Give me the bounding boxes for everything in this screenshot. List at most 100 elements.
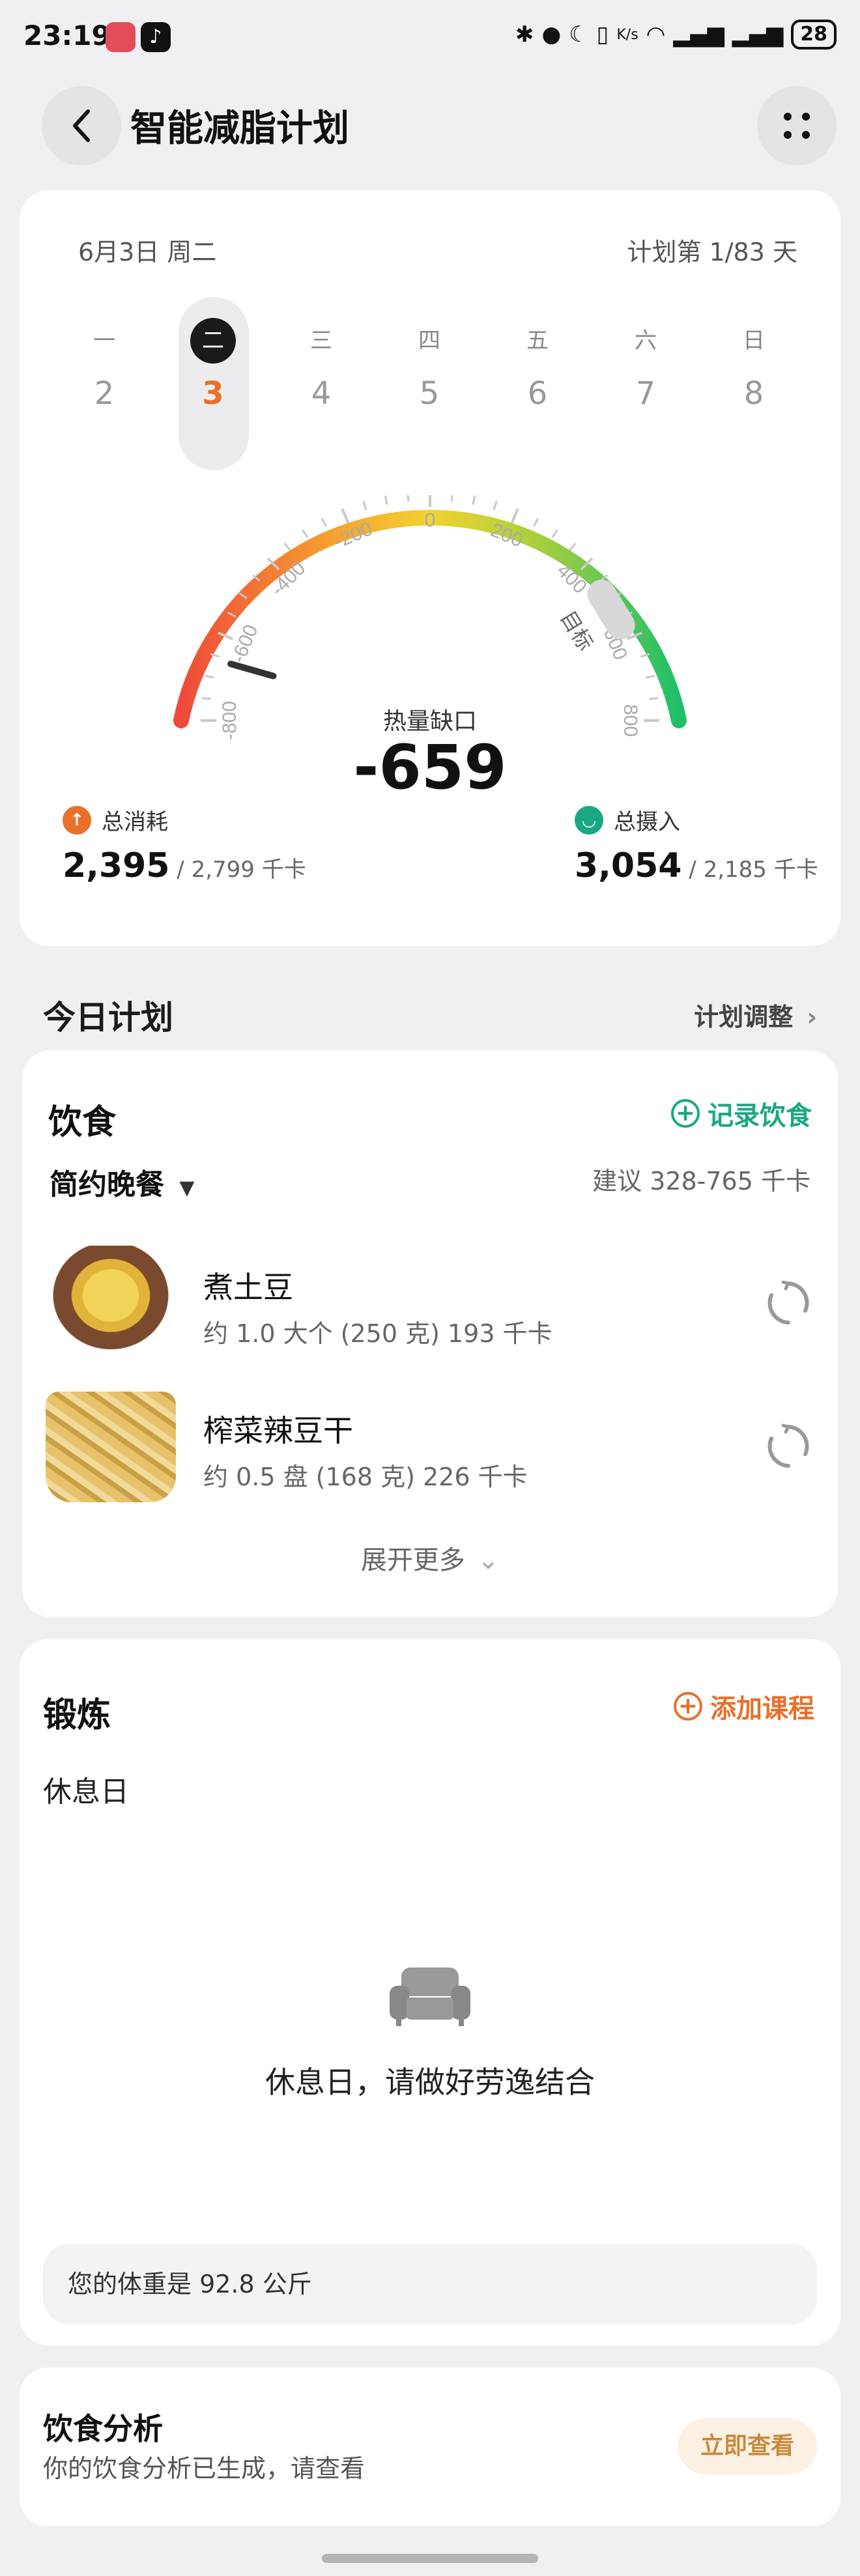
boiled-potato-image (46, 1246, 176, 1356)
gauge-tick (551, 529, 558, 538)
chevron-left-icon (73, 109, 90, 142)
burn-label: 总消耗 (102, 809, 168, 835)
plus-circle-icon: + (674, 1692, 702, 1721)
gauge-tick-label: -600 (227, 622, 262, 666)
food-item[interactable]: 煮土豆 约 1.0 大个 (250 克) 193 千卡 (203, 1264, 552, 1349)
status-time: 23:19 (23, 20, 111, 51)
day-2[interactable]: 一2 (68, 318, 140, 412)
burn-value: 2,395 (63, 846, 170, 885)
gauge-tick (384, 495, 388, 505)
day-number: 3 (202, 375, 224, 412)
flame-icon: ↑ (63, 805, 91, 835)
caret-down-icon: ▼ (179, 1177, 195, 1199)
gauge-tick (472, 495, 476, 505)
back-button[interactable] (42, 86, 121, 165)
add-course-button[interactable]: + 添加课程 (674, 1687, 814, 1725)
current-date: 6月3日 周二 (78, 238, 217, 266)
rest-message: 休息日，请做好劳逸结合 (265, 2065, 595, 2100)
signal-icon-2: ▂▄▆ (732, 21, 784, 48)
intake-value: 3,054 (575, 846, 682, 885)
day-6[interactable]: 五6 (502, 318, 573, 412)
day-4[interactable]: 三4 (285, 318, 357, 412)
bowl-icon: ◡ (575, 805, 603, 835)
dots-grid-icon (784, 113, 810, 139)
gauge-tick (283, 542, 291, 551)
burn-target: 2,799 千卡 (191, 857, 306, 883)
gauge-tick (510, 508, 519, 524)
app-notification-icon (106, 22, 136, 52)
spicy-tofu-image (46, 1392, 176, 1502)
gauge-tick-label: 200 (487, 519, 526, 552)
gauge-tick (533, 517, 539, 527)
target-label: 目标 (555, 607, 598, 655)
bluetooth-icon: ✱ (515, 21, 534, 48)
food-desc: 约 0.5 盘 (168 克) 226 千卡 (203, 1463, 528, 1491)
burn-stat: ↑ 总消耗 2,395 / 2,799 千卡 (63, 804, 306, 885)
record-diet-button[interactable]: + 记录饮食 (671, 1095, 812, 1132)
gauge-tick (341, 508, 350, 524)
diet-title: 饮食 (48, 1103, 117, 1142)
deficit-label: 热量缺口 (382, 708, 477, 735)
sofa-icon (390, 1968, 470, 2026)
day-number: 4 (311, 375, 332, 412)
day-number: 5 (419, 375, 440, 412)
weekday-label: 二 (177, 318, 249, 364)
weekday-label: 日 (743, 328, 765, 354)
intake-label: 总摄入 (614, 809, 680, 835)
weekday-label: 一 (93, 328, 115, 354)
signal-icon: ▂▄▆ (673, 21, 724, 48)
meal-dropdown[interactable]: 简约晚餐 ▼ (50, 1161, 194, 1203)
today-plan-title: 今日计划 (43, 999, 173, 1037)
swap-food-icon[interactable] (765, 1423, 812, 1470)
gauge-tick (205, 674, 214, 679)
rest-day-label: 休息日 (43, 1775, 129, 1809)
day-number: 8 (743, 375, 764, 412)
tiktok-notification-icon: ♪ (141, 22, 171, 52)
day-7[interactable]: 六7 (610, 318, 681, 412)
exercise-title: 锻炼 (43, 1696, 111, 1735)
chevron-right-icon: › (807, 1003, 817, 1031)
food-name: 煮土豆 (203, 1270, 293, 1305)
home-indicator[interactable] (322, 2554, 538, 2563)
day-3[interactable]: 二3 (177, 318, 249, 412)
vibrate-icon: ▯ (596, 21, 609, 48)
food-name: 榨菜辣豆干 (203, 1413, 353, 1448)
analysis-subtitle: 你的饮食分析已生成，请查看 (43, 2454, 366, 2483)
gauge-tick (569, 542, 577, 551)
gauge-tick-label: -200 (331, 518, 375, 552)
day-number: 6 (527, 375, 548, 412)
day-8[interactable]: 日8 (718, 318, 790, 412)
analysis-title: 饮食分析 (43, 2411, 163, 2446)
plan-progress: 计划第 1/83 天 (627, 238, 798, 266)
plan-adjust-link[interactable]: 计划调整 › (694, 997, 817, 1033)
page-title: 智能减脂计划 (130, 107, 349, 150)
gauge-tick (302, 529, 309, 538)
weekday-label: 六 (635, 328, 657, 354)
plus-circle-icon: + (671, 1099, 700, 1128)
swap-food-icon[interactable] (765, 1280, 812, 1326)
weekday-label: 五 (526, 328, 549, 354)
more-button[interactable] (757, 86, 837, 165)
expand-more-label: 展开更多 (360, 1545, 465, 1575)
deficit-value: -659 (353, 732, 507, 803)
day-number: 7 (635, 375, 656, 412)
location-icon: ● (541, 21, 562, 48)
day-5[interactable]: 四5 (394, 318, 465, 412)
gauge-tick (362, 500, 367, 510)
chevron-down-icon: ⌄ (477, 1545, 500, 1575)
plan-adjust-label: 计划调整 (694, 1003, 794, 1031)
moon-icon: ☾ (569, 21, 589, 48)
network-speed: K/s (616, 26, 638, 43)
weekday-label: 三 (310, 328, 332, 354)
gauge-tick (321, 517, 327, 527)
view-analysis-button[interactable]: 立即查看 (678, 2418, 817, 2474)
gauge-needle (227, 661, 277, 680)
weight-info[interactable]: 您的体重是 92.8 公斤 (43, 2244, 817, 2325)
add-course-label: 添加课程 (710, 1694, 814, 1724)
food-item[interactable]: 榨菜辣豆干 约 0.5 盘 (168 克) 226 千卡 (203, 1407, 528, 1493)
expand-more-button[interactable]: 展开更多 ⌄ (0, 1539, 860, 1577)
food-desc: 约 1.0 大个 (250 克) 193 千卡 (203, 1319, 552, 1348)
meal-label: 简约晚餐 (50, 1168, 164, 1201)
status-icons: ✱ ● ☾ ▯ K/s ◠ ▂▄▆ ▂▄▆ 28 (515, 20, 837, 50)
intake-stat: ◡ 总摄入 3,054 / 2,185 千卡 (575, 804, 818, 885)
